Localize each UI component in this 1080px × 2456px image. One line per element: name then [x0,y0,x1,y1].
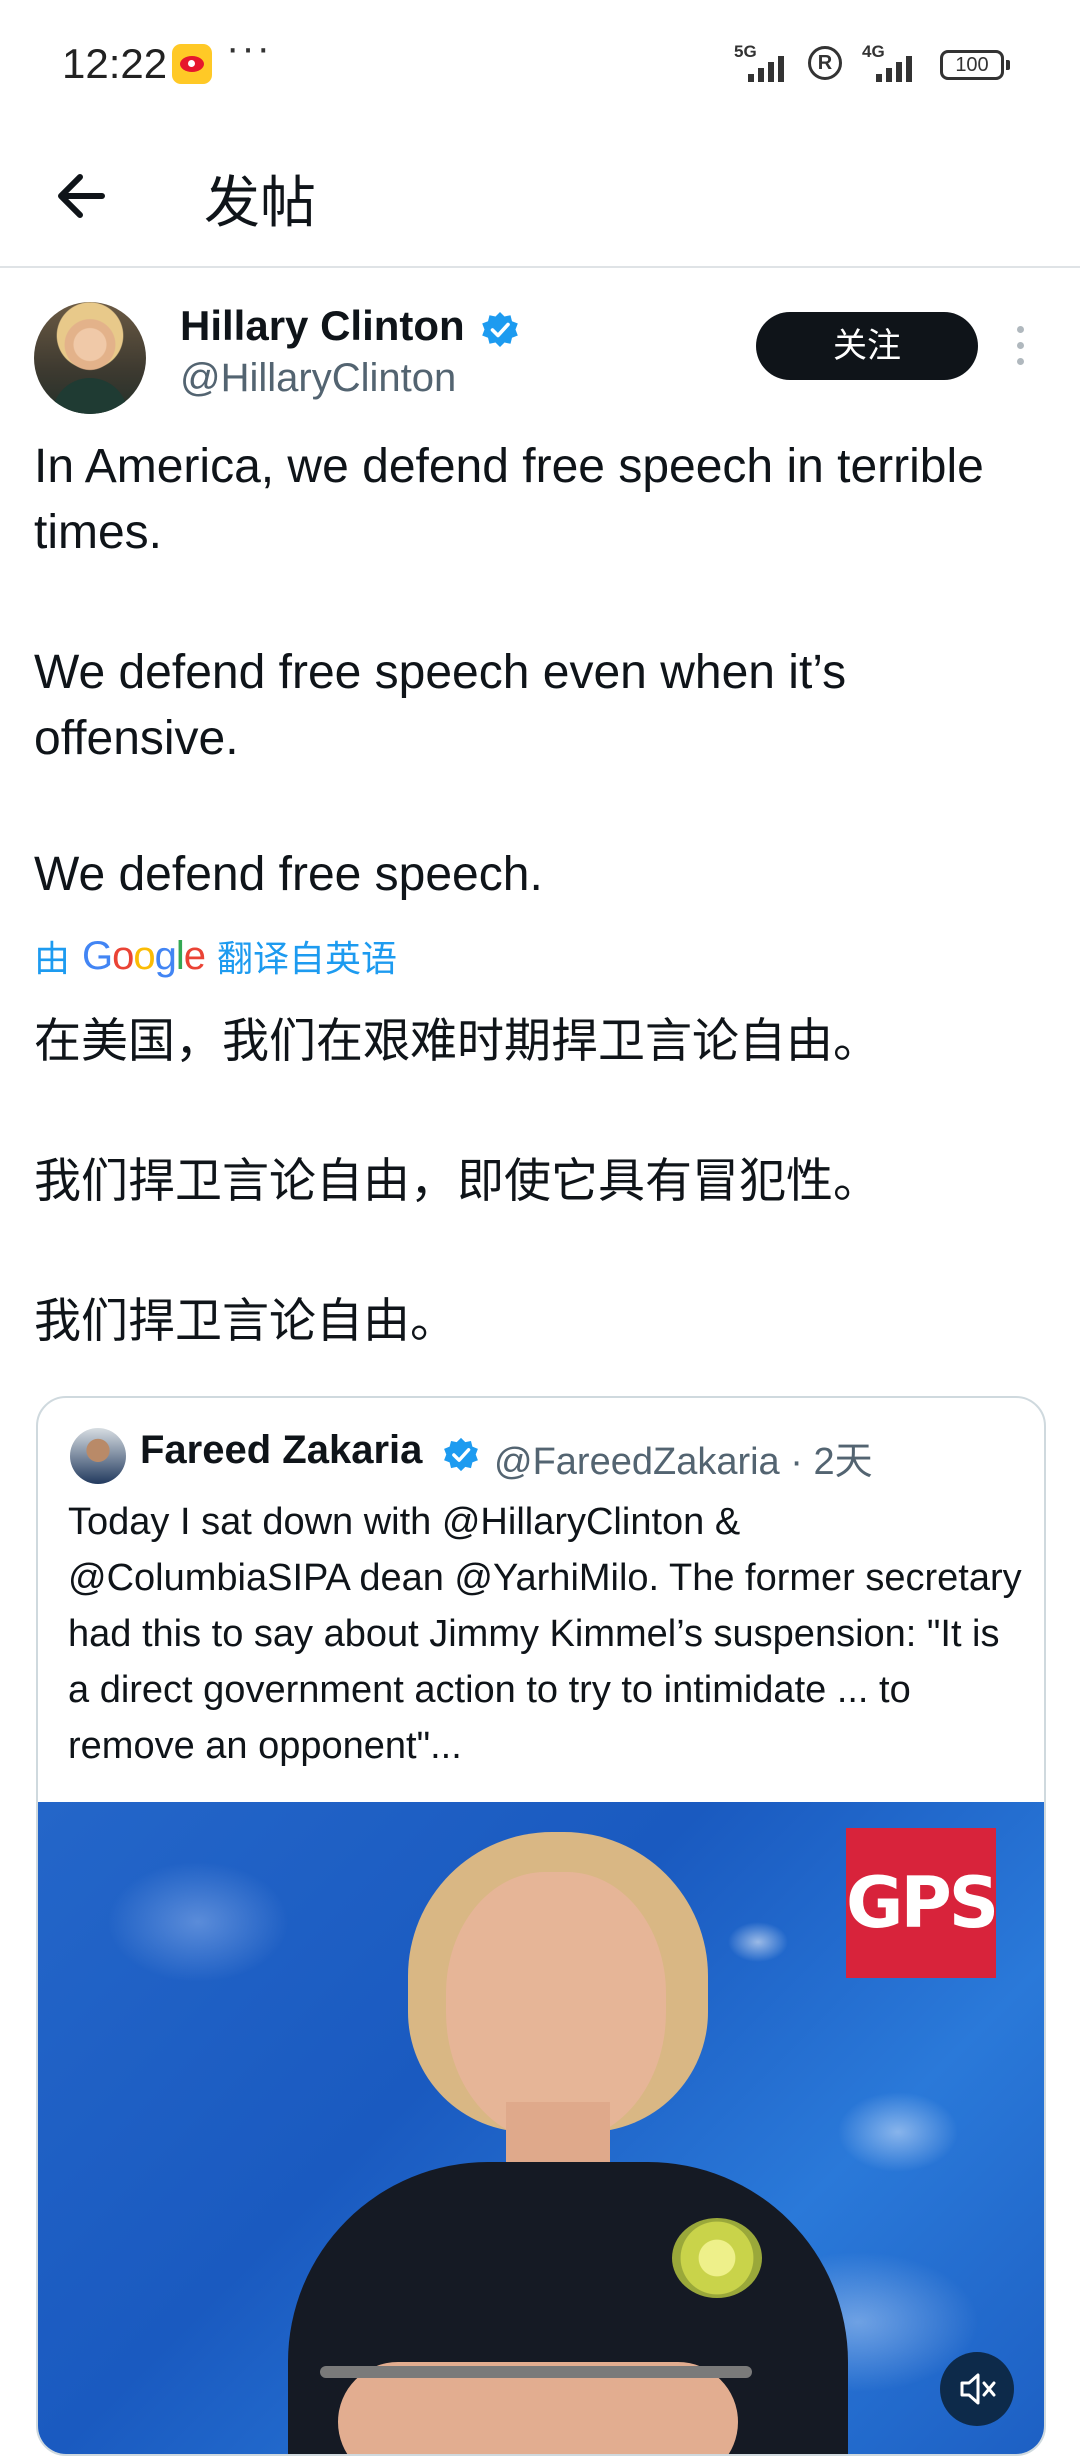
tweet-text-en-3: We defend free speech. [34,848,543,901]
quoted-video[interactable]: GPS [38,1802,1044,2454]
tweet-text-en-2: We defend free speech even when it’s off… [34,646,847,765]
battery-icon: 100 [940,50,1010,80]
page-header: 发帖 [0,130,1080,268]
quoted-author-name[interactable]: Fareed Zakaria [140,1428,422,1473]
speaker-muted-icon [960,2373,996,2405]
back-button[interactable] [50,164,114,228]
translate-prefix: 由 [34,939,71,980]
google-logo: Google [82,933,206,978]
translate-suffix: 翻译自英语 [217,939,398,980]
home-indicator[interactable] [320,2366,752,2378]
arrow-left-icon [58,174,105,218]
author-avatar[interactable] [34,302,146,414]
verified-badge-icon [482,312,518,347]
quoted-author-avatar[interactable] [70,1428,126,1484]
tweet-text-en-1: In America, we defend free speech in ter… [34,440,984,559]
status-bar: 12:22 ··· 5G R 4G 100 [0,0,1080,130]
follow-button[interactable]: 关注 [756,312,978,380]
page-title: 发帖 [204,171,316,236]
quoted-tweet-card[interactable]: Fareed Zakaria @FareedZakaria · 2天 Today… [36,1396,1046,2456]
translated-by-google-link[interactable]: 由 Google 翻译自英语 [34,930,397,982]
status-time: 12:22 [62,40,168,87]
quoted-handle-time: @FareedZakaria · 2天 [494,1441,873,1483]
quoted-tweet-text: Today I sat down with @HillaryClinton & … [68,1501,1022,1767]
tweet-text-cn-2: 我们捍卫言论自由，即使它具有冒犯性。 [34,1154,880,1209]
weibo-icon [172,44,212,84]
gps-logo: GPS [846,1828,999,1978]
author-name[interactable]: Hillary Clinton [180,302,465,350]
more-options-icon[interactable] [1014,326,1026,370]
mute-button[interactable] [940,2352,1014,2426]
tweet-text-cn-3: 我们捍卫言论自由。 [34,1294,457,1349]
author-handle[interactable]: @HillaryClinton [180,356,456,401]
registered-icon: R [808,46,842,80]
tweet-text-cn-1: 在美国，我们在艰难时期捍卫言论自由。 [34,1014,880,1069]
more-notifications-icon: ··· [226,26,272,70]
verified-badge-icon [444,1437,478,1472]
